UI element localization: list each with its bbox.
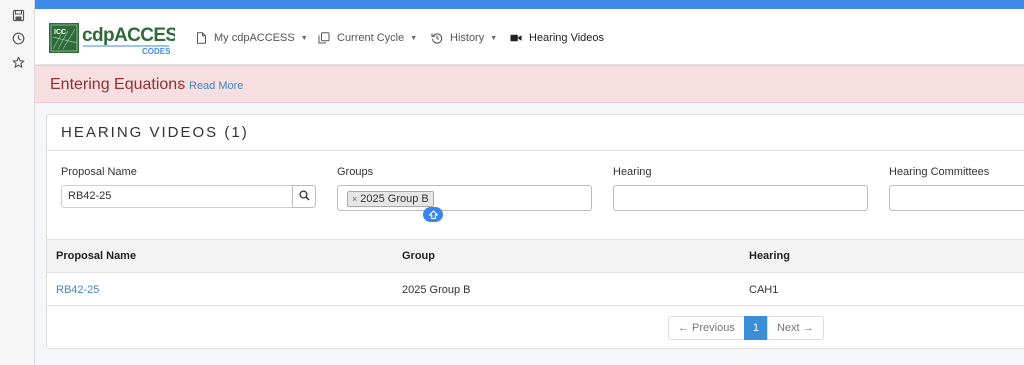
proposal-name-label: Proposal Name [61,166,137,178]
nav-my-cdpaccess-label: My cdpACCESS [214,32,295,44]
caret-down-icon: ▼ [300,34,308,42]
panel-header: HEARING VIDEOS (1) [47,115,1024,151]
nav-history[interactable]: History ▼ [431,30,497,46]
previous-page-button[interactable]: ← Previous [668,316,745,340]
proposal-name-search: RB42-25 [61,185,316,208]
alert-title: Entering Equations [50,76,186,93]
browser-sidebar [0,0,35,365]
alert-separator: - [178,80,182,92]
pagination: ← Previous 1 Next → [668,316,824,340]
caret-down-icon: ▼ [410,34,418,42]
logo-badge: ICC [54,29,66,36]
logo-sub: CODES [142,47,171,55]
document-icon [195,32,207,44]
column-proposal-name[interactable]: Proposal Name [56,250,136,262]
current-page-button[interactable]: 1 [743,316,768,340]
hearing-committees-label: Hearing Committees [889,166,990,178]
group-tag[interactable]: × 2025 Group B [347,191,434,207]
hearing-label: Hearing [613,166,652,178]
top-accent-bar [35,0,1024,9]
nav-history-label: History [450,32,485,44]
hearing-videos-panel: HEARING VIDEOS (1) Proposal Name RB42-25… [46,114,1024,349]
save-page-icon[interactable] [10,7,26,23]
video-camera-icon [510,32,522,44]
nav-current-cycle[interactable]: Current Cycle ▼ [318,30,417,46]
caret-down-icon: ▼ [490,34,498,42]
column-group[interactable]: Group [402,250,435,262]
proposal-link[interactable]: RB42-25 [56,284,99,296]
search-button[interactable] [292,185,316,208]
groups-select[interactable]: × 2025 Group B [337,185,592,211]
nav-hearing-videos[interactable]: Hearing Videos [510,30,604,46]
hearing-select[interactable] [613,185,868,211]
next-page-button[interactable]: Next → [766,316,824,340]
hearing-committees-select[interactable] [889,185,1024,211]
panel-title: HEARING VIDEOS (1) [61,124,249,141]
history-icon [431,32,443,44]
table-header: Proposal Name Group Hearing [47,239,1024,273]
history-clock-icon[interactable] [10,30,26,46]
read-more-link[interactable]: Read More [189,80,243,92]
table-row: RB42-25 2025 Group B CAH1 [47,273,1024,306]
copy-icon [318,32,330,44]
proposal-name-input[interactable]: RB42-25 [61,185,293,208]
group-tag-label: 2025 Group B [360,193,429,205]
nav-current-cycle-label: Current Cycle [337,32,405,44]
search-icon [298,189,310,204]
navbar: ICC cdpACCESS CODES My cdpACCESS ▼ Curre… [35,9,1024,65]
announcement-alert: Entering Equations - Read More [35,65,1024,103]
column-hearing[interactable]: Hearing [749,250,790,262]
nav-hearing-videos-label: Hearing Videos [529,32,605,44]
nav-my-cdpaccess[interactable]: My cdpACCESS ▼ [195,30,308,46]
cdpaccess-logo[interactable]: ICC cdpACCESS CODES [49,23,190,56]
row-hearing: CAH1 [749,284,779,296]
drag-handle-icon[interactable] [423,207,443,222]
groups-label: Groups [337,166,374,178]
star-icon[interactable] [10,54,26,70]
logo-brand: cdpACCESS [82,25,175,46]
remove-tag-icon[interactable]: × [352,192,357,206]
row-group: 2025 Group B [402,284,471,296]
